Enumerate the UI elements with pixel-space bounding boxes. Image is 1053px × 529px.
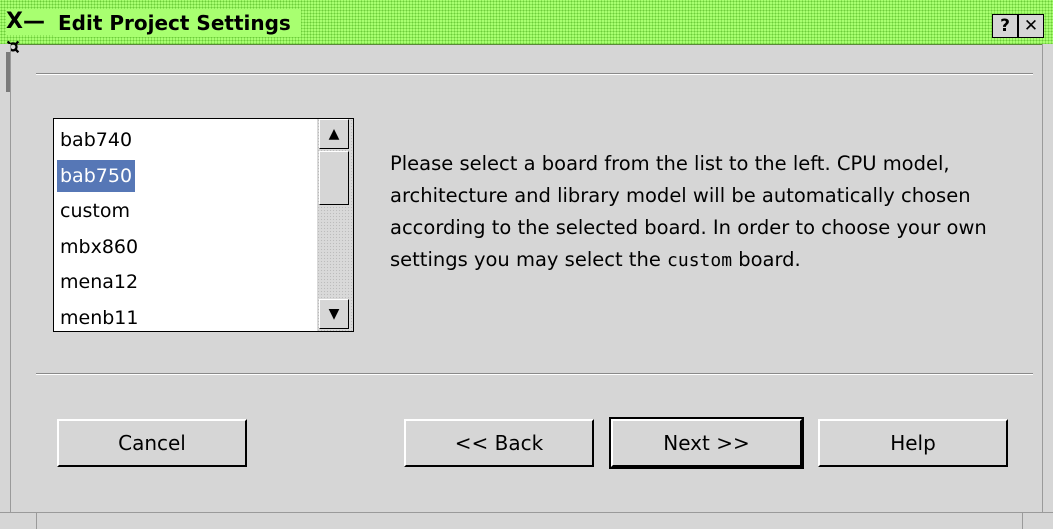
help-icon[interactable]: ? bbox=[992, 14, 1018, 38]
window-title: Edit Project Settings bbox=[54, 9, 301, 37]
window-left-border bbox=[0, 44, 11, 529]
window-bottom-border bbox=[0, 512, 1053, 529]
back-button[interactable]: << Back bbox=[404, 419, 594, 467]
top-separator bbox=[36, 73, 1033, 75]
board-list-item[interactable]: mbx860 bbox=[57, 231, 141, 263]
board-list-items[interactable]: bab740 bab750 custom mbx860 mena12 menb11 bbox=[54, 119, 316, 331]
cancel-button[interactable]: Cancel bbox=[57, 419, 247, 467]
close-icon[interactable]: ✕ bbox=[1018, 14, 1044, 38]
window-menu-icon[interactable]: X—¤ bbox=[6, 9, 54, 60]
next-button[interactable]: Next >> bbox=[609, 417, 804, 469]
board-list-item[interactable]: bab750 bbox=[57, 159, 136, 192]
board-list-item[interactable]: mena12 bbox=[57, 266, 141, 298]
list-scrollbar[interactable]: ▲ ▼ bbox=[317, 119, 353, 331]
board-list-item[interactable]: custom bbox=[57, 195, 133, 227]
description-text-end: board. bbox=[738, 248, 801, 271]
board-list-item[interactable]: bab740 bbox=[57, 124, 135, 156]
scroll-down-icon[interactable]: ▼ bbox=[319, 299, 349, 329]
board-description: Please select a board from the list to t… bbox=[390, 148, 1010, 277]
help-button[interactable]: Help bbox=[818, 419, 1008, 467]
scroll-thumb[interactable] bbox=[319, 151, 349, 205]
board-list-item[interactable]: menb11 bbox=[57, 302, 141, 332]
bottom-separator bbox=[36, 373, 1033, 375]
window-right-border bbox=[1042, 44, 1053, 529]
title-bar[interactable]: X—¤ Edit Project Settings ? ✕ bbox=[0, 0, 1053, 60]
description-code: custom bbox=[667, 250, 733, 271]
board-listbox[interactable]: bab740 bab750 custom mbx860 mena12 menb11 ▲ ▼ bbox=[53, 118, 354, 332]
scroll-up-icon[interactable]: ▲ bbox=[319, 119, 349, 149]
